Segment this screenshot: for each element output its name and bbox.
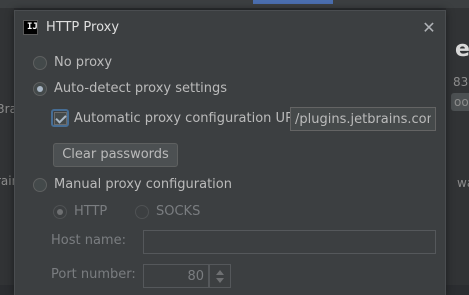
background-text-fragment: wa [457,176,469,190]
port-number-stepper[interactable] [209,264,231,288]
background-left-panel: 3ra rain [0,8,19,285]
background-text-fragment: 835 [453,75,469,89]
protocol-socks-label: SOCKS [156,204,201,219]
auto-detect-label: Auto-detect proxy settings [54,81,228,96]
background-title-bar [0,0,469,8]
clear-passwords-button[interactable]: Clear passwords [53,143,178,167]
manual-proxy-option[interactable]: Manual proxy configuration [33,177,232,192]
close-icon[interactable]: ✕ [420,19,438,37]
auto-detect-radio[interactable] [33,81,47,96]
arrow-down-icon[interactable] [216,277,224,283]
host-name-label: Host name: [51,233,126,248]
checkmark-icon [53,111,67,125]
protocol-socks-radio[interactable] [135,204,149,219]
auto-config-url-label: Automatic proxy configuration URL: [74,110,306,126]
no-proxy-option[interactable]: No proxy [33,55,112,70]
dialog-title-bar: IJ HTTP Proxy ✕ [15,11,445,45]
dialog-title: HTTP Proxy [46,20,120,35]
protocol-http-radio[interactable] [53,204,67,219]
http-proxy-dialog: IJ HTTP Proxy ✕ No proxy Auto-detect pro… [14,10,446,295]
protocol-http-option[interactable]: HTTP [53,204,107,219]
auto-config-url-checkbox[interactable] [51,109,69,127]
manual-proxy-label: Manual proxy configuration [54,177,232,192]
auto-config-url-option[interactable]: Automatic proxy configuration URL: [51,109,306,127]
host-name-input[interactable] [143,230,436,254]
manual-proxy-radio[interactable] [33,177,47,192]
arrow-up-icon[interactable] [216,269,224,275]
background-active-tab-indicator [253,0,333,4]
background-heading-fragment: e [455,37,469,62]
background-right-panel: e 835 oo wa [446,8,469,285]
intellij-app-icon: IJ [23,20,38,35]
background-text-fragment: oo [454,95,469,109]
port-number-label: Port number: [51,267,136,282]
port-number-input[interactable] [143,264,209,288]
no-proxy-radio[interactable] [33,55,47,70]
auto-detect-option[interactable]: Auto-detect proxy settings [33,81,227,96]
auto-config-url-input[interactable] [290,107,436,131]
no-proxy-label: No proxy [54,55,113,70]
protocol-http-label: HTTP [74,204,108,219]
protocol-socks-option[interactable]: SOCKS [135,204,200,219]
